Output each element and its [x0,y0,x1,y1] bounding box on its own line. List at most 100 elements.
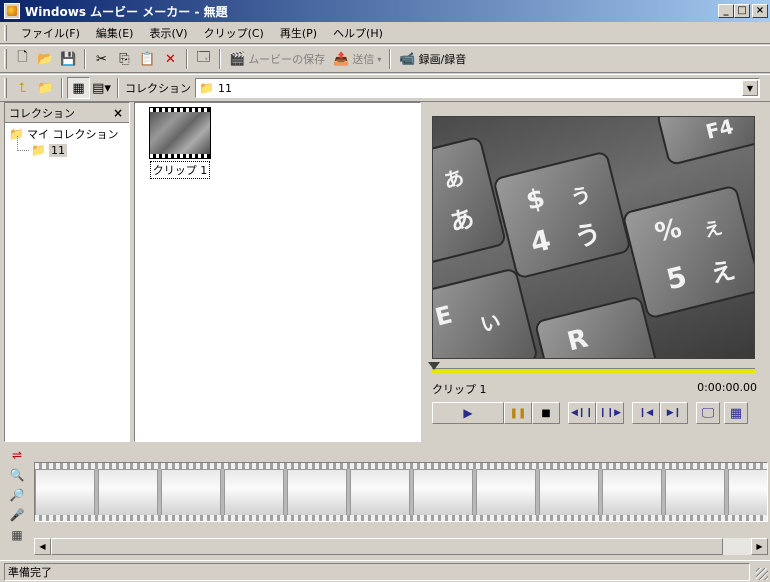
preview-monitor: $ う 4 う % え 5 え F4 E い R あ あ [432,116,755,359]
stop-icon: ■ [541,407,551,419]
scroll-right-icon[interactable]: ▶ [751,538,768,555]
menu-play[interactable]: 再生(P) [272,23,325,43]
previous-frame-button[interactable]: ◀❙❙ [568,402,596,424]
delete-icon[interactable]: ✕ [159,48,182,70]
new-project-icon[interactable]: 🗋 [11,48,34,70]
clip-thumbnail[interactable] [149,107,211,159]
save-project-icon[interactable]: 💾 [57,48,80,70]
storyboard-frame[interactable] [161,469,221,517]
resize-grip-icon[interactable] [756,568,768,580]
send-dropdown-icon: ▾ [377,54,382,64]
key-label: え [701,217,725,243]
new-collection-icon[interactable]: 📁 [34,77,57,99]
storyboard-tools: ⇌ 🔍 🔎 🎤 ▦ [4,446,30,556]
copy-icon[interactable]: ⎘ [113,48,136,70]
title-bar: Windows ムービー メーカー - 無題 _ □ × [0,0,770,22]
storyboard-frame[interactable] [602,469,662,517]
save-movie-icon: 🎬 [229,51,246,67]
collections-header: コレクション × [5,103,129,123]
seek-thumb[interactable] [428,362,440,370]
clip-item[interactable]: クリップ 1 [149,107,211,179]
chevron-down-icon[interactable]: ▼ [742,80,758,96]
key-label: % [652,213,685,249]
menu-help[interactable]: ヘルプ(H) [325,23,391,43]
pause-icon: ❚❚ [509,407,527,419]
record-narration-icon[interactable]: 🎤 [10,508,25,522]
menu-grip [4,24,7,41]
toolbar-separator [61,78,63,98]
next-frame-button[interactable]: ❙❙▶ [596,402,624,424]
send-icon: 📤 [333,51,350,67]
storyboard-frame[interactable] [224,469,284,517]
up-folder-icon[interactable]: ⮤ [11,77,34,99]
split-clip-button[interactable]: ▦ [724,402,748,424]
collections-toggle-icon[interactable]: ▦ [67,77,90,99]
film-sprockets [35,515,767,521]
maximize-button[interactable]: □ [734,4,750,18]
play-button[interactable]: ▶ [432,402,504,424]
paste-icon[interactable]: 📋 [136,48,159,70]
save-movie-button[interactable]: 🎬 ムービーの保存 [225,48,329,70]
collections-header-title: コレクション [9,106,75,120]
zoom-in-icon[interactable]: 🔍 [10,468,25,482]
menu-bar: ファイル(F) 編集(E) 表示(V) クリップ(C) 再生(P) ヘルプ(H) [0,22,770,44]
menu-edit[interactable]: 編集(E) [88,23,142,43]
collection-select[interactable]: 📁 11 ▼ [195,78,760,98]
key-label: 4 [527,223,554,260]
menu-clip[interactable]: クリップ(C) [196,23,272,43]
camera-icon: 📹 [399,51,416,67]
back-button[interactable]: ❙◀ [632,402,660,424]
menu-view[interactable]: 表示(V) [141,23,195,43]
movie-maker-icon[interactable] [4,3,20,19]
storyboard[interactable] [34,462,768,522]
forward-button[interactable]: ▶❙ [660,402,688,424]
pause-button[interactable]: ❚❚ [504,402,532,424]
zoom-out-icon[interactable]: 🔎 [10,488,25,502]
key-label: R [564,323,591,358]
full-screen-button[interactable]: 🖵 [696,402,720,424]
audio-levels-icon[interactable]: ▦ [11,528,22,542]
storyboard-frame[interactable] [728,469,767,517]
toolbar-separator [219,49,221,69]
playback-controls: ▶ ❚❚ ■ ◀❙❙ ❙❙▶ ❙◀ ▶❙ 🖵 ▦ [432,401,748,425]
record-button[interactable]: 📹 録画/録音 [395,48,470,70]
toolbar-grip [4,78,7,98]
key-label: い [477,308,504,337]
minimize-button[interactable]: _ [718,4,734,18]
send-label: 送信 [352,53,375,66]
stop-button[interactable]: ■ [532,402,560,424]
timeline-toggle-icon[interactable]: ⇌ [12,448,22,462]
storyboard-frame[interactable] [287,469,347,517]
split-clip-icon: ▦ [729,405,743,421]
send-button[interactable]: 📤 送信 ▾ [329,48,385,70]
menu-file[interactable]: ファイル(F) [13,23,88,43]
views-icon[interactable]: ▤▾ [90,77,113,99]
skip-forward-icon: ▶❙ [666,408,682,418]
key-label: E [432,300,455,332]
properties-icon[interactable]: 🗔 [192,48,215,70]
seek-bar[interactable] [432,368,755,373]
close-pane-icon[interactable]: × [113,106,123,120]
tree-root-label: マイ コレクション [26,128,119,141]
close-button[interactable]: × [752,4,768,18]
horizontal-scrollbar[interactable]: ◀ ▶ [34,538,768,555]
next-frame-icon: ❙❙▶ [598,408,621,418]
cut-icon[interactable]: ✂ [90,48,113,70]
toolbar-grip [4,49,7,69]
folder-icon: 📁 [31,143,46,157]
key-label: あ [441,165,467,194]
storyboard-frame[interactable] [539,469,599,517]
preview-time: 0:00:00.00 [697,381,757,394]
tree-item-label: 11 [48,143,67,157]
open-project-icon[interactable]: 📂 [34,48,57,70]
scroll-left-icon[interactable]: ◀ [34,538,51,555]
storyboard-frame[interactable] [413,469,473,517]
storyboard-frame[interactable] [665,469,725,517]
storyboard-frame[interactable] [98,469,158,517]
tree-item[interactable]: 📁 11 [5,136,129,157]
storyboard-frame[interactable] [35,469,95,517]
scroll-thumb[interactable] [51,538,723,555]
toolbar-separator [117,78,119,98]
storyboard-frame[interactable] [350,469,410,517]
storyboard-frame[interactable] [476,469,536,517]
